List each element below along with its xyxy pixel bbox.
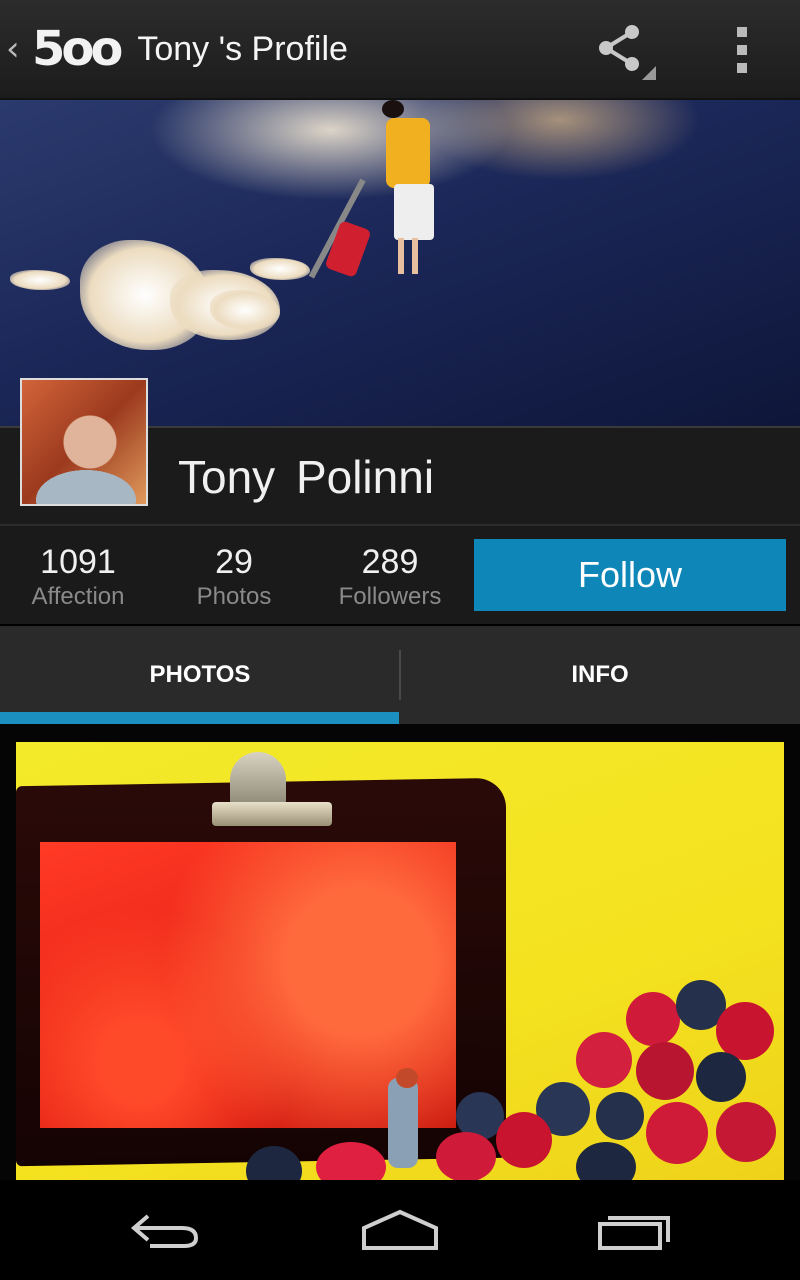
recent-apps-icon [598, 1216, 670, 1250]
stat-affection: 1091 Affection [0, 543, 156, 611]
tab-bar: PHOTOS INFO [0, 626, 800, 724]
stat-affection-value: 1091 [40, 543, 116, 581]
stat-followers[interactable]: 289 Followers [312, 543, 468, 611]
stat-photos-label: Photos [196, 583, 272, 611]
up-caret-icon[interactable]: ‹ [6, 29, 32, 69]
follow-button[interactable]: Follow [474, 539, 786, 611]
profile-name: Tony Polinni [178, 451, 435, 503]
home-icon [362, 1209, 438, 1250]
overflow-menu-button[interactable] [722, 22, 762, 78]
photo-thumbnail[interactable] [16, 742, 784, 1180]
avatar[interactable] [20, 378, 148, 506]
system-nav-bar [0, 1180, 800, 1280]
back-icon [130, 1214, 199, 1248]
stat-affection-label: Affection [31, 583, 125, 611]
stat-photos[interactable]: 29 Photos [156, 543, 312, 611]
share-icon [599, 25, 656, 80]
stat-followers-value: 289 [361, 543, 419, 581]
home-button[interactable] [320, 1180, 480, 1280]
tab-indicator [0, 712, 399, 724]
stat-followers-label: Followers [338, 583, 442, 611]
app-logo[interactable]: 5oo [32, 21, 123, 77]
recent-apps-button[interactable] [556, 1180, 716, 1280]
stat-photos-value: 29 [215, 543, 253, 581]
page-title: Tony 's Profile [137, 29, 348, 68]
tab-info[interactable]: INFO [400, 626, 800, 724]
share-button[interactable] [594, 22, 658, 82]
tab-photos[interactable]: PHOTOS [0, 626, 400, 724]
action-bar: ‹ 5oo Tony 's Profile [0, 0, 800, 100]
back-button[interactable] [86, 1180, 246, 1280]
overflow-menu-icon [737, 27, 747, 37]
